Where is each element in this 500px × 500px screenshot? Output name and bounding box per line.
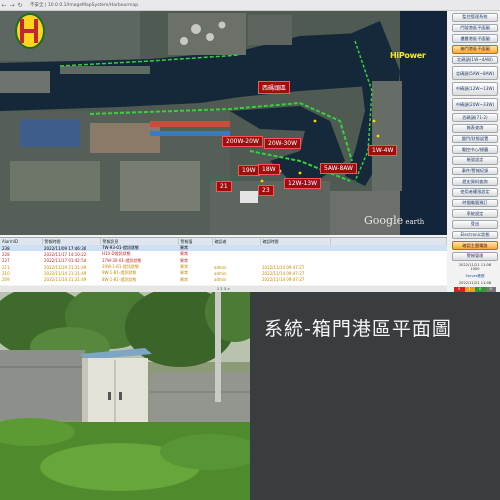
sidebar-item-control-center[interactable]: 電控中心/標籤: [452, 145, 498, 154]
sidebar-item-monitor-system[interactable]: 監控管理系統: [452, 13, 498, 22]
caption-panel: 系統-箱門港區平面圖: [250, 292, 500, 500]
sidebar-item-gate-map[interactable]: 門號港區平面圖: [452, 23, 498, 33]
column-header[interactable]: 警報時間: [42, 238, 101, 245]
column-header[interactable]: 確認者: [212, 238, 261, 245]
sidebar-item-reports[interactable]: 報表查詢: [452, 123, 498, 133]
browser-bar: ← → ↻ 不安全 | 10.0.0.1/ImageMapSystem/Harb…: [0, 0, 500, 11]
sidebar-item-logout[interactable]: 登出: [452, 220, 498, 229]
map-label-19w[interactable]: 19W: [238, 165, 260, 176]
sidebar-item-system-settings[interactable]: 系統設定: [452, 209, 498, 219]
satellite-imagery: [0, 11, 447, 235]
column-header[interactable]: AlarmID: [0, 238, 43, 245]
table-row[interactable]: 209 2022/11/14 21:31:49 8W-1-B1-燈訊狀態 異常 …: [0, 276, 447, 283]
map-provider-watermark: Google earth: [364, 214, 424, 227]
cell-spacer: [330, 276, 447, 282]
table-header-row: AlarmID 警報時間 警報訊息 警報值 確認者 確認時間: [0, 238, 447, 245]
sidebar-item-gate-status[interactable]: 盤門/狀態設置: [452, 134, 498, 144]
column-header[interactable]: 確認時間: [260, 238, 331, 245]
cell-confirmer: admin: [214, 277, 227, 283]
sidebar-item-schedule[interactable]: 時間電腦預訂: [452, 198, 498, 208]
cell-message: 8W-1-B1-燈訊狀態: [102, 276, 137, 282]
column-header[interactable]: 警報訊息: [100, 238, 179, 245]
forward-arrow-icon[interactable]: →: [8, 2, 16, 9]
watermark-main: Google: [364, 214, 404, 227]
cell-alarm-id: 209: [2, 277, 10, 283]
map-label-seawall[interactable]: 西碼頭區: [258, 81, 291, 94]
cell-time: 2022/11/14 21:31:49: [44, 277, 87, 283]
map-label-21[interactable]: 21: [216, 181, 232, 192]
sidebar-meta: 2022/11/21 11:08 1000: [452, 263, 498, 272]
sidebar-item-floor-map[interactable]: 樓層港區平面圖: [452, 34, 498, 44]
map-label-5aw[interactable]: 5AW-8AW: [320, 163, 357, 174]
logo-brand-text: HiPower: [390, 51, 426, 60]
map-label-23[interactable]: 23: [258, 185, 274, 196]
harbour-satellite-map[interactable]: 西碼頭區 200W-20W 20W-30W 1W-4W 19W 18W 5AW-…: [0, 11, 447, 235]
sidebar-item-box-gate-map[interactable]: 箱門港區平面圖: [452, 45, 498, 54]
hipower-logo-icon: [15, 13, 45, 49]
screenshot-panel: ← → ↻ 不安全 | 10.0.0.1/ImageMapSystem/Harb…: [0, 0, 500, 292]
sidebar-item-west-71[interactable]: 西碼頭(71-2): [452, 113, 498, 122]
site-photo: 系統-箱門港區平面圖: [0, 292, 500, 500]
map-label-1w[interactable]: 1W-4W: [368, 145, 398, 156]
cabinet-photo: [0, 292, 265, 500]
sidebar-item-middle-12w[interactable]: 中碼頭(12W~13W): [452, 82, 498, 96]
alarm-table: AlarmID 警報時間 警報訊息 警報值 確認者 確認時間 238 2022/…: [0, 237, 447, 285]
sidebar-item-middle-20w[interactable]: 中碼頭(20W~33W): [452, 97, 498, 112]
sidebar-item-alarm-log[interactable]: 事件/警報紀錄: [452, 166, 498, 176]
column-header-spacer: [330, 238, 447, 245]
map-label-20w[interactable]: 20W-30W: [264, 138, 302, 149]
sidebar-menu: 監控管理系統 門號港區平面圖 樓層港區平面圖 箱門港區平面圖 北碼頭(1W~4A…: [452, 11, 498, 292]
composite-image: ← → ↻ 不安全 | 10.0.0.1/ImageMapSystem/Harb…: [0, 0, 500, 500]
map-label-12w[interactable]: 12W-13W: [284, 178, 322, 189]
cell-value: 異常: [180, 276, 188, 282]
sidebar-item-history[interactable]: 歷史資料查詢: [452, 177, 498, 186]
sidebar-user: Server帳號: [465, 273, 485, 278]
back-arrow-icon[interactable]: ←: [0, 2, 8, 9]
sidebar-item-electronic-status[interactable]: Electronic狀態: [452, 230, 498, 240]
address-bar[interactable]: 不安全 | 10.0.0.1/ImageMapSystem/Harbourmap: [30, 2, 138, 8]
watermark-sub: earth: [403, 218, 425, 226]
sidebar-item-confirm-circuit[interactable]: 確認主盤電路: [452, 241, 498, 251]
sidebar-item-permissions[interactable]: 使用者權限設定: [452, 187, 498, 197]
sidebar-item-north-5aw[interactable]: 北碼頭(5AW~8AW): [452, 66, 498, 81]
sidebar-item-north-1w[interactable]: 北碼頭(1W~4AW): [452, 55, 498, 65]
sidebar-datetime-2: 2022/11/21 11:08: [458, 280, 492, 285]
reload-icon[interactable]: ↻: [16, 2, 24, 9]
map-label-18w[interactable]: 18W: [258, 164, 280, 175]
map-label-200w[interactable]: 200W-20W: [222, 136, 263, 147]
image-caption: 系統-箱門港區平面圖: [264, 318, 452, 340]
sidebar-item-alarm-management[interactable]: 警報管理: [452, 252, 498, 261]
sidebar-item-account-settings[interactable]: 帳號設定: [452, 155, 498, 165]
column-header[interactable]: 警報值: [178, 238, 213, 245]
cell-confirm-time: 2022/11/14 09:47:27: [262, 277, 305, 283]
sidebar-count: 1000: [470, 267, 480, 272]
